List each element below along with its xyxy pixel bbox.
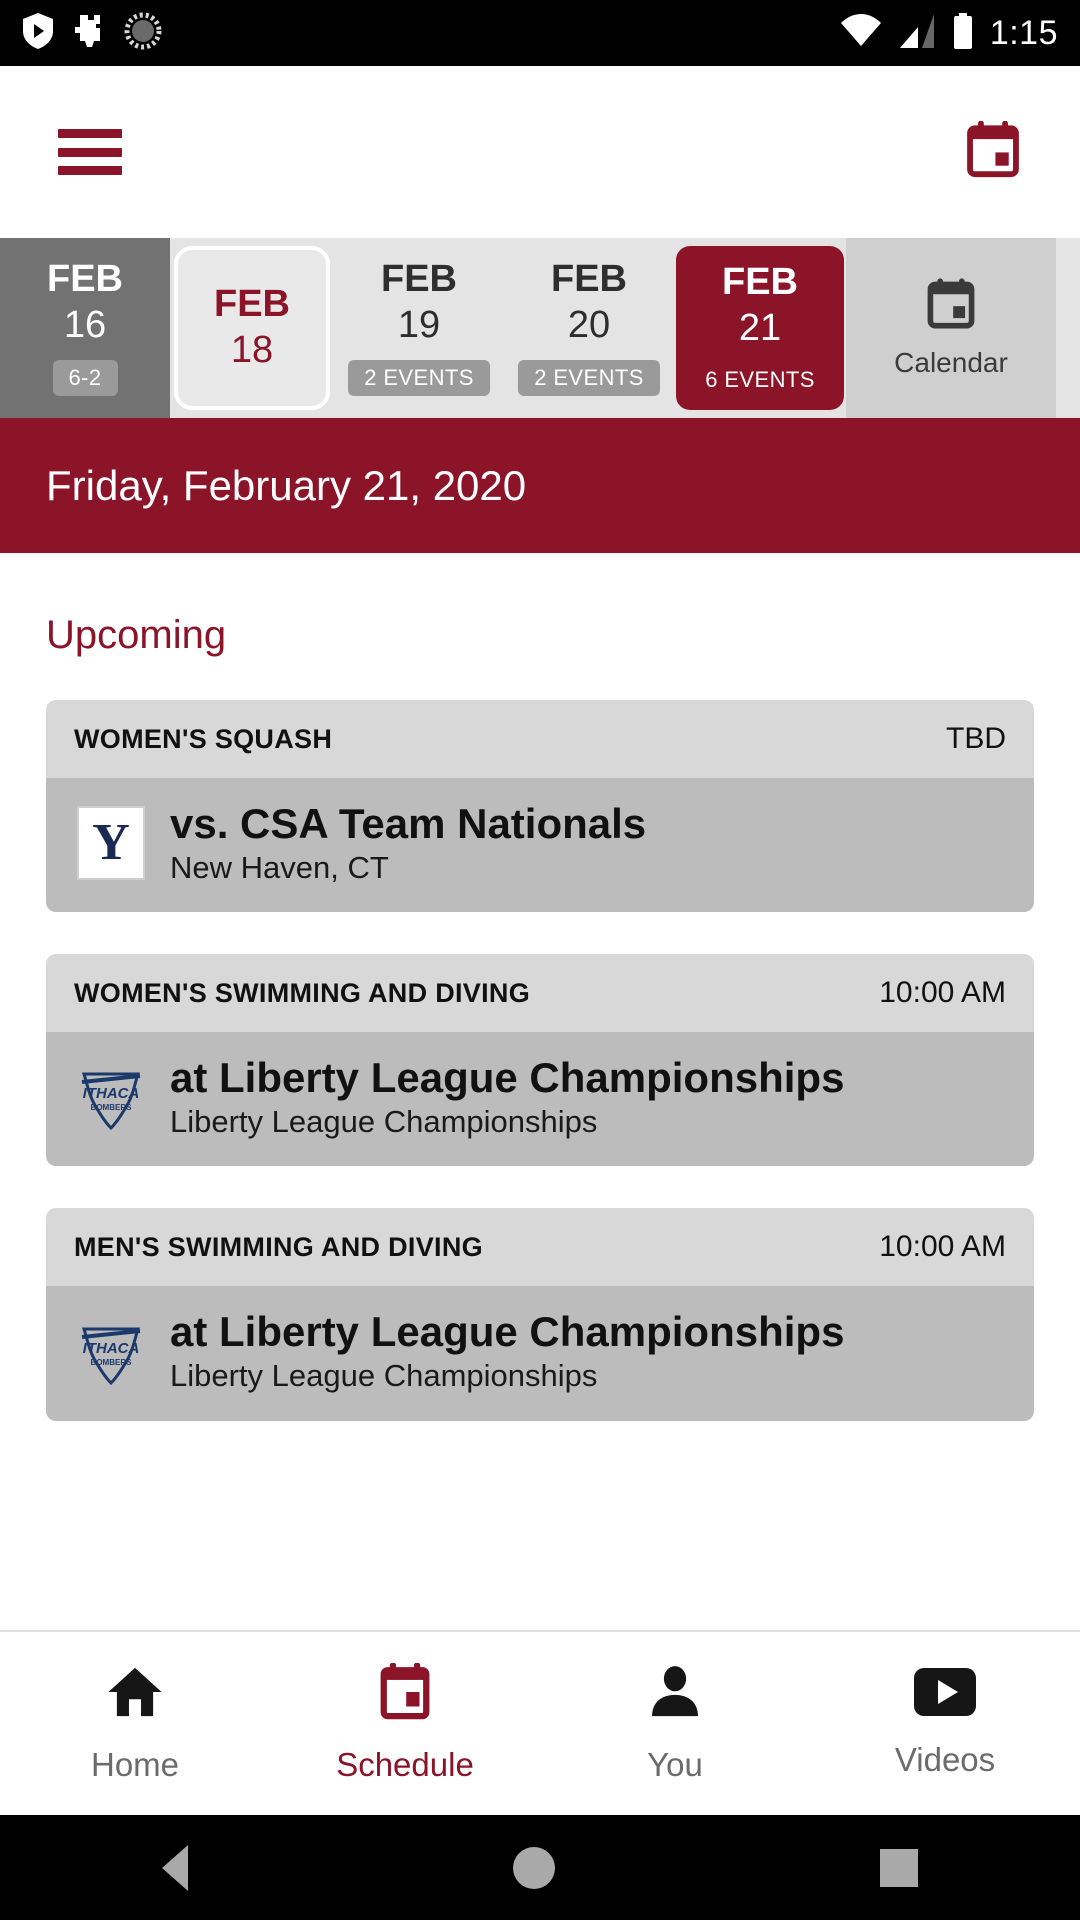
date-tab-feb-18[interactable]: FEB 18	[174, 246, 330, 410]
date-tab-month: FEB	[381, 257, 457, 300]
shield-play-icon	[22, 12, 54, 55]
calendar-icon	[925, 277, 977, 335]
event-opponent: vs. CSA Team Nationals	[170, 800, 647, 847]
nav-item-home[interactable]: Home	[0, 1663, 270, 1784]
ithaca-bombers-logo: ITHACA BOMBERS	[74, 1060, 148, 1134]
event-card[interactable]: WOMEN'S SWIMMING AND DIVING 10:00 AM ITH…	[46, 954, 1034, 1167]
events-list[interactable]: Upcoming WOMEN'S SQUASH TBD Y vs. CSA Te…	[0, 553, 1080, 1630]
date-tab-day: 19	[397, 303, 441, 346]
date-tab-day: 16	[63, 303, 107, 346]
event-card-header: WOMEN'S SWIMMING AND DIVING 10:00 AM	[46, 954, 1034, 1033]
status-bar-right-icons: 1:15	[840, 12, 1058, 54]
event-opponent: at Liberty League Championships	[170, 1054, 845, 1102]
nav-item-label: You	[647, 1746, 703, 1783]
event-opponent: at Liberty League Championships	[170, 1308, 845, 1356]
calendar-tab[interactable]: Calendar	[846, 238, 1056, 418]
hamburger-menu-icon[interactable]	[58, 129, 122, 175]
svg-text:ITHACA: ITHACA	[83, 1340, 140, 1357]
loading-icon	[124, 12, 162, 55]
wifi-icon	[840, 13, 882, 53]
back-triangle-icon[interactable]	[162, 1844, 189, 1891]
puzzle-icon	[72, 12, 106, 55]
date-tab-feb-20[interactable]: FEB 20 2 EVENTS	[504, 238, 674, 418]
home-icon	[106, 1663, 164, 1726]
section-title-upcoming: Upcoming	[46, 613, 227, 657]
system-navigation-bar	[0, 1815, 1080, 1920]
video-play-icon	[914, 1668, 976, 1721]
date-tab-badge: 6-2	[52, 360, 118, 397]
event-time: 10:00 AM	[879, 976, 1006, 1010]
nav-item-label: Videos	[894, 1741, 996, 1778]
nav-item-videos[interactable]: Videos	[810, 1668, 1080, 1779]
battery-icon	[952, 12, 974, 54]
date-tab-month: FEB	[722, 261, 798, 304]
nav-item-label: Schedule	[336, 1746, 474, 1783]
selected-date-text: Friday, February 21, 2020	[46, 461, 527, 509]
event-card[interactable]: MEN'S SWIMMING AND DIVING 10:00 AM ITHAC…	[46, 1208, 1034, 1421]
event-details: at Liberty League Championships Liberty …	[170, 1054, 844, 1140]
calendar-icon	[376, 1662, 434, 1726]
event-card-header: MEN'S SWIMMING AND DIVING 10:00 AM	[46, 1208, 1034, 1287]
event-location: New Haven, CT	[170, 850, 389, 886]
event-sport: MEN'S SWIMMING AND DIVING	[74, 1231, 483, 1262]
svg-text:ITHACA: ITHACA	[83, 1085, 140, 1102]
svg-text:BOMBERS: BOMBERS	[91, 1103, 133, 1112]
date-tab-strip[interactable]: FEB 16 6-2 FEB 18 FEB 19 2 EVENTS FEB 20…	[0, 238, 1080, 418]
calendar-icon[interactable]	[964, 120, 1022, 184]
app-bar	[0, 66, 1080, 238]
date-tab-day: 20	[567, 303, 611, 346]
date-tab-month: FEB	[214, 283, 290, 326]
date-tab-badge: 6 EVENTS	[705, 366, 815, 392]
yale-logo: Y	[74, 806, 148, 881]
event-location: Liberty League Championships	[170, 1104, 598, 1140]
event-card-header: WOMEN'S SQUASH TBD	[46, 700, 1034, 778]
event-card-body[interactable]: Y vs. CSA Team Nationals New Haven, CT	[46, 778, 1034, 913]
nav-item-schedule[interactable]: Schedule	[270, 1662, 540, 1784]
date-tab-badge: 2 EVENTS	[518, 360, 660, 397]
date-tab-feb-16[interactable]: FEB 16 6-2	[0, 238, 170, 418]
home-circle-icon[interactable]	[512, 1846, 555, 1889]
nav-item-label: Home	[90, 1746, 180, 1783]
date-tab-day: 21	[738, 307, 782, 349]
cell-signal-icon	[898, 13, 936, 53]
calendar-tab-label: Calendar	[894, 346, 1008, 378]
event-sport: WOMEN'S SQUASH	[74, 723, 333, 754]
ithaca-bombers-logo: ITHACA BOMBERS	[74, 1315, 148, 1389]
event-time: TBD	[946, 722, 1006, 755]
selected-date-header: Friday, February 21, 2020	[0, 418, 1080, 553]
svg-text:BOMBERS: BOMBERS	[91, 1358, 133, 1367]
date-tab-day: 18	[230, 329, 274, 371]
date-tab-month: FEB	[551, 257, 627, 300]
bottom-navigation-bar: Home Schedule You Videos	[0, 1630, 1080, 1815]
event-time: 10:00 AM	[879, 1230, 1006, 1264]
nav-item-you[interactable]: You	[540, 1663, 810, 1784]
event-card-body[interactable]: ITHACA BOMBERS at Liberty League Champio…	[46, 1286, 1034, 1421]
recents-square-icon[interactable]	[879, 1848, 918, 1887]
status-bar-clock: 1:15	[989, 13, 1058, 52]
event-card-body[interactable]: ITHACA BOMBERS at Liberty League Champio…	[46, 1032, 1034, 1167]
person-icon	[646, 1663, 704, 1726]
event-sport: WOMEN'S SWIMMING AND DIVING	[74, 977, 530, 1008]
date-tab-feb-19[interactable]: FEB 19 2 EVENTS	[334, 238, 504, 418]
phone-screen: 1:15 FEB 16 6-2 FEB 18 FEB 19 2 EVENTS F…	[0, 0, 1080, 1920]
event-details: vs. CSA Team Nationals New Haven, CT	[170, 800, 646, 886]
date-tab-month: FEB	[47, 257, 123, 300]
event-details: at Liberty League Championships Liberty …	[170, 1308, 844, 1394]
date-tab-feb-21[interactable]: FEB 21 6 EVENTS	[676, 246, 844, 410]
status-bar-left-icons	[22, 12, 162, 55]
event-location: Liberty League Championships	[170, 1358, 598, 1394]
date-tab-badge: 2 EVENTS	[348, 360, 490, 397]
event-card[interactable]: WOMEN'S SQUASH TBD Y vs. CSA Team Nation…	[46, 700, 1034, 913]
status-bar: 1:15	[0, 0, 1080, 66]
